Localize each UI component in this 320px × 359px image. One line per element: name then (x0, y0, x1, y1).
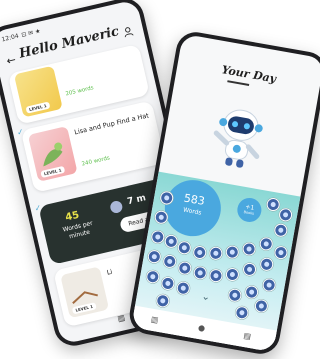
status-time: 12:04 (1, 32, 20, 44)
wpm-value: 45 (64, 209, 81, 224)
badge-icon (109, 199, 124, 215)
word-count: 240 words (81, 155, 111, 168)
stats-icon[interactable]: ▤ (243, 331, 252, 341)
status-bar: 12:04 ⊡ ✉ ★ (1, 28, 41, 44)
book-icon[interactable]: ▥ (117, 313, 126, 323)
book-thumbnail: LEVEL 1 (27, 126, 78, 182)
word-count: 205 words (65, 85, 95, 98)
book-thumbnail: LEVEL 1 (13, 65, 63, 118)
user-icon[interactable] (122, 26, 134, 38)
home-icon[interactable]: ● (197, 323, 205, 333)
reading-count-suffix: m (135, 193, 147, 206)
robot-mascot (201, 98, 275, 182)
word-coins (145, 34, 320, 321)
check-icon: ✓ (16, 127, 25, 138)
your-day-screen: Your Day 583 Words +1 Books ⌄ ▥ ● ▤ (131, 33, 320, 353)
status-icons: ⊡ ✉ ★ (20, 27, 42, 39)
level-tag: LEVEL 1 (25, 101, 51, 114)
title-underline (227, 80, 250, 86)
back-arrow-icon[interactable]: ← (5, 53, 17, 68)
book-title: Lisa and Pup Find a Hat (73, 111, 150, 137)
your-day-title: Your Day (220, 63, 278, 86)
wpm-label: Words per minute (62, 219, 94, 241)
book-thumbnail: LEVEL 1 (60, 266, 110, 319)
reading-count: 7 m (126, 193, 147, 207)
reading-count-value: 7 (126, 196, 135, 208)
book-icon[interactable]: ▥ (150, 315, 159, 325)
check-icon: ✓ (33, 203, 43, 214)
